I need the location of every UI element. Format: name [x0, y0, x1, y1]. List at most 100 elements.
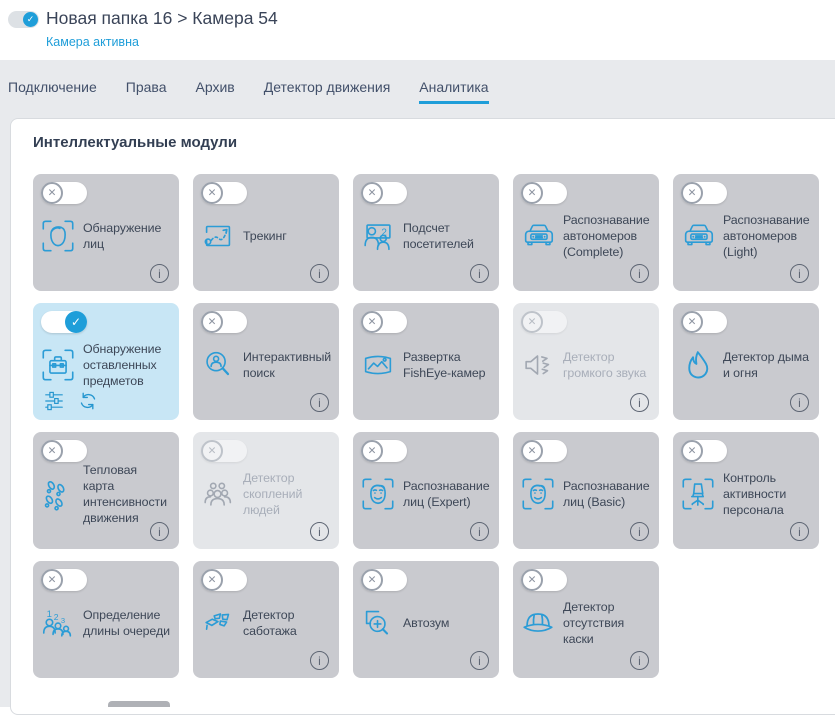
tab-label: Детектор движения	[264, 79, 391, 95]
module-card-visitor-counting: ✕ Подсчет посетителей i	[353, 174, 499, 291]
module-toggle[interactable]: ✕	[361, 569, 407, 591]
info-icon[interactable]: i	[150, 264, 169, 283]
module-label: Определение длины очереди	[83, 607, 171, 639]
tab-label: Права	[126, 79, 167, 95]
tab-analytics[interactable]: Аналитика	[419, 79, 488, 95]
module-card-smoke-fire-detector: ✕ Детектор дыма и огня i	[673, 303, 819, 420]
module-toggle[interactable]: ✕	[41, 569, 87, 591]
tab-motion-detector[interactable]: Детектор движения	[264, 79, 391, 95]
module-label: Распознавание автономеров (Complete)	[563, 212, 651, 260]
partial-next-row-element	[108, 701, 170, 707]
info-icon[interactable]: i	[630, 522, 649, 541]
module-toggle[interactable]: ✕	[521, 182, 567, 204]
tab-bar: Подключение Права Архив Детектор движения Ан…	[8, 79, 489, 95]
module-toggle[interactable]: ✕	[41, 440, 87, 462]
module-card-interactive-search: ✕ Интерактивный поиск i	[193, 303, 339, 420]
module-card-lpr-complete: ✕ Распознавание автономеров (Complete) i	[513, 174, 659, 291]
settings-sliders-icon[interactable]	[43, 390, 65, 412]
info-icon[interactable]: i	[630, 651, 649, 670]
module-card-loud-sound-detector: ✕ Детектор громкого звука i	[513, 303, 659, 420]
module-toggle-knob: ✕	[41, 569, 63, 591]
module-label: Распознавание автономеров (Light)	[723, 212, 811, 260]
info-icon[interactable]: i	[790, 522, 809, 541]
face-recognition-icon	[359, 475, 397, 513]
module-label: Распознавание лиц (Expert)	[403, 478, 491, 510]
module-label: Детектор отсутствия каски	[563, 599, 651, 647]
module-card-staff-activity: ✕ Контроль активности персонала i	[673, 432, 819, 549]
module-card-face-detection: ✕ Обнаружение лиц i	[33, 174, 179, 291]
tab-rights[interactable]: Права	[126, 79, 167, 95]
module-toggle[interactable]: ✕	[201, 440, 247, 462]
module-toggle[interactable]: ✕	[521, 440, 567, 462]
module-card-sabotage-detector: ✕ Детектор саботажа i	[193, 561, 339, 678]
module-label: Трекинг	[243, 228, 287, 244]
tab-label: Архив	[195, 79, 234, 95]
module-card-queue-length: ✕ Определение длины очереди	[33, 561, 179, 678]
module-toggle-knob: ✕	[521, 440, 543, 462]
module-toggle[interactable]: ✕	[201, 182, 247, 204]
info-icon[interactable]: i	[630, 393, 649, 412]
info-icon[interactable]: i	[790, 393, 809, 412]
module-toggle-knob: ✓	[65, 311, 87, 333]
face-detection-icon	[39, 217, 77, 255]
tab-archive[interactable]: Архив	[195, 79, 234, 95]
module-toggle[interactable]: ✕	[521, 311, 567, 333]
module-toggle[interactable]: ✕	[201, 311, 247, 333]
refresh-icon[interactable]	[77, 390, 99, 412]
header-toggle-check-icon: ✓	[23, 12, 38, 27]
module-label: Обнаружение лиц	[83, 220, 171, 252]
module-toggle-knob: ✕	[361, 440, 383, 462]
heatmap-icon	[39, 475, 77, 513]
module-label: Обнаружение оставленных предметов	[83, 341, 171, 389]
module-toggle-knob: ✕	[361, 311, 383, 333]
module-toggle-knob: ✕	[201, 440, 223, 462]
license-plate-icon	[519, 217, 557, 255]
module-toggle[interactable]: ✕	[521, 569, 567, 591]
module-label: Автозум	[403, 615, 449, 631]
module-toggle[interactable]: ✕	[361, 311, 407, 333]
info-icon[interactable]: i	[630, 264, 649, 283]
info-icon[interactable]: i	[310, 393, 329, 412]
module-label: Детектор дыма и огня	[723, 349, 811, 381]
info-icon[interactable]: i	[310, 651, 329, 670]
module-toggle-knob: ✕	[681, 440, 703, 462]
info-icon[interactable]: i	[310, 522, 329, 541]
module-toggle-knob: ✕	[201, 311, 223, 333]
module-toggle[interactable]: ✕	[361, 440, 407, 462]
module-toggle-knob: ✕	[681, 182, 703, 204]
module-toggle[interactable]: ✕	[681, 311, 727, 333]
license-plate-icon	[679, 217, 717, 255]
module-toggle-knob: ✕	[681, 311, 703, 333]
module-toggle[interactable]: ✕	[681, 182, 727, 204]
info-icon[interactable]: i	[310, 264, 329, 283]
module-toggle[interactable]: ✕	[201, 569, 247, 591]
fisheye-dewarp-icon	[359, 346, 397, 384]
info-icon[interactable]: i	[470, 522, 489, 541]
tab-label: Подключение	[8, 79, 97, 95]
tab-connection[interactable]: Подключение	[8, 79, 97, 95]
module-label: Тепловая карта интенсивности движения	[83, 462, 171, 527]
queue-length-icon	[39, 604, 77, 642]
helmet-icon	[519, 604, 557, 642]
module-toggle[interactable]: ✕	[681, 440, 727, 462]
module-toggle-knob: ✕	[521, 182, 543, 204]
module-toggle[interactable]: ✕	[361, 182, 407, 204]
info-icon[interactable]: i	[470, 651, 489, 670]
module-toggle-knob: ✕	[41, 182, 63, 204]
abandoned-objects-icon	[39, 346, 77, 384]
camera-status-link[interactable]: Камера активна	[46, 35, 139, 49]
module-label: Распознавание лиц (Basic)	[563, 478, 651, 510]
info-icon[interactable]: i	[150, 522, 169, 541]
info-icon[interactable]: i	[470, 264, 489, 283]
module-card-face-recognition-basic: ✕ Распознавание лиц (Basic) i	[513, 432, 659, 549]
sabotage-icon	[199, 604, 237, 642]
header-toggle[interactable]: ✓	[8, 11, 39, 28]
modules-grid: ✕ Обнаружение лиц i ✕ Трекинг i ✕ Подсче…	[33, 174, 819, 678]
module-label: Детектор громкого звука	[563, 349, 651, 381]
module-toggle[interactable]: ✓	[41, 311, 87, 333]
info-icon[interactable]: i	[790, 264, 809, 283]
module-card-abandoned-objects: ✓ Обнаружение оставленных предметов	[33, 303, 179, 420]
module-toggle[interactable]: ✕	[41, 182, 87, 204]
module-card-helmet-detector: ✕ Детектор отсутствия каски i	[513, 561, 659, 678]
module-extra-actions	[43, 390, 99, 412]
